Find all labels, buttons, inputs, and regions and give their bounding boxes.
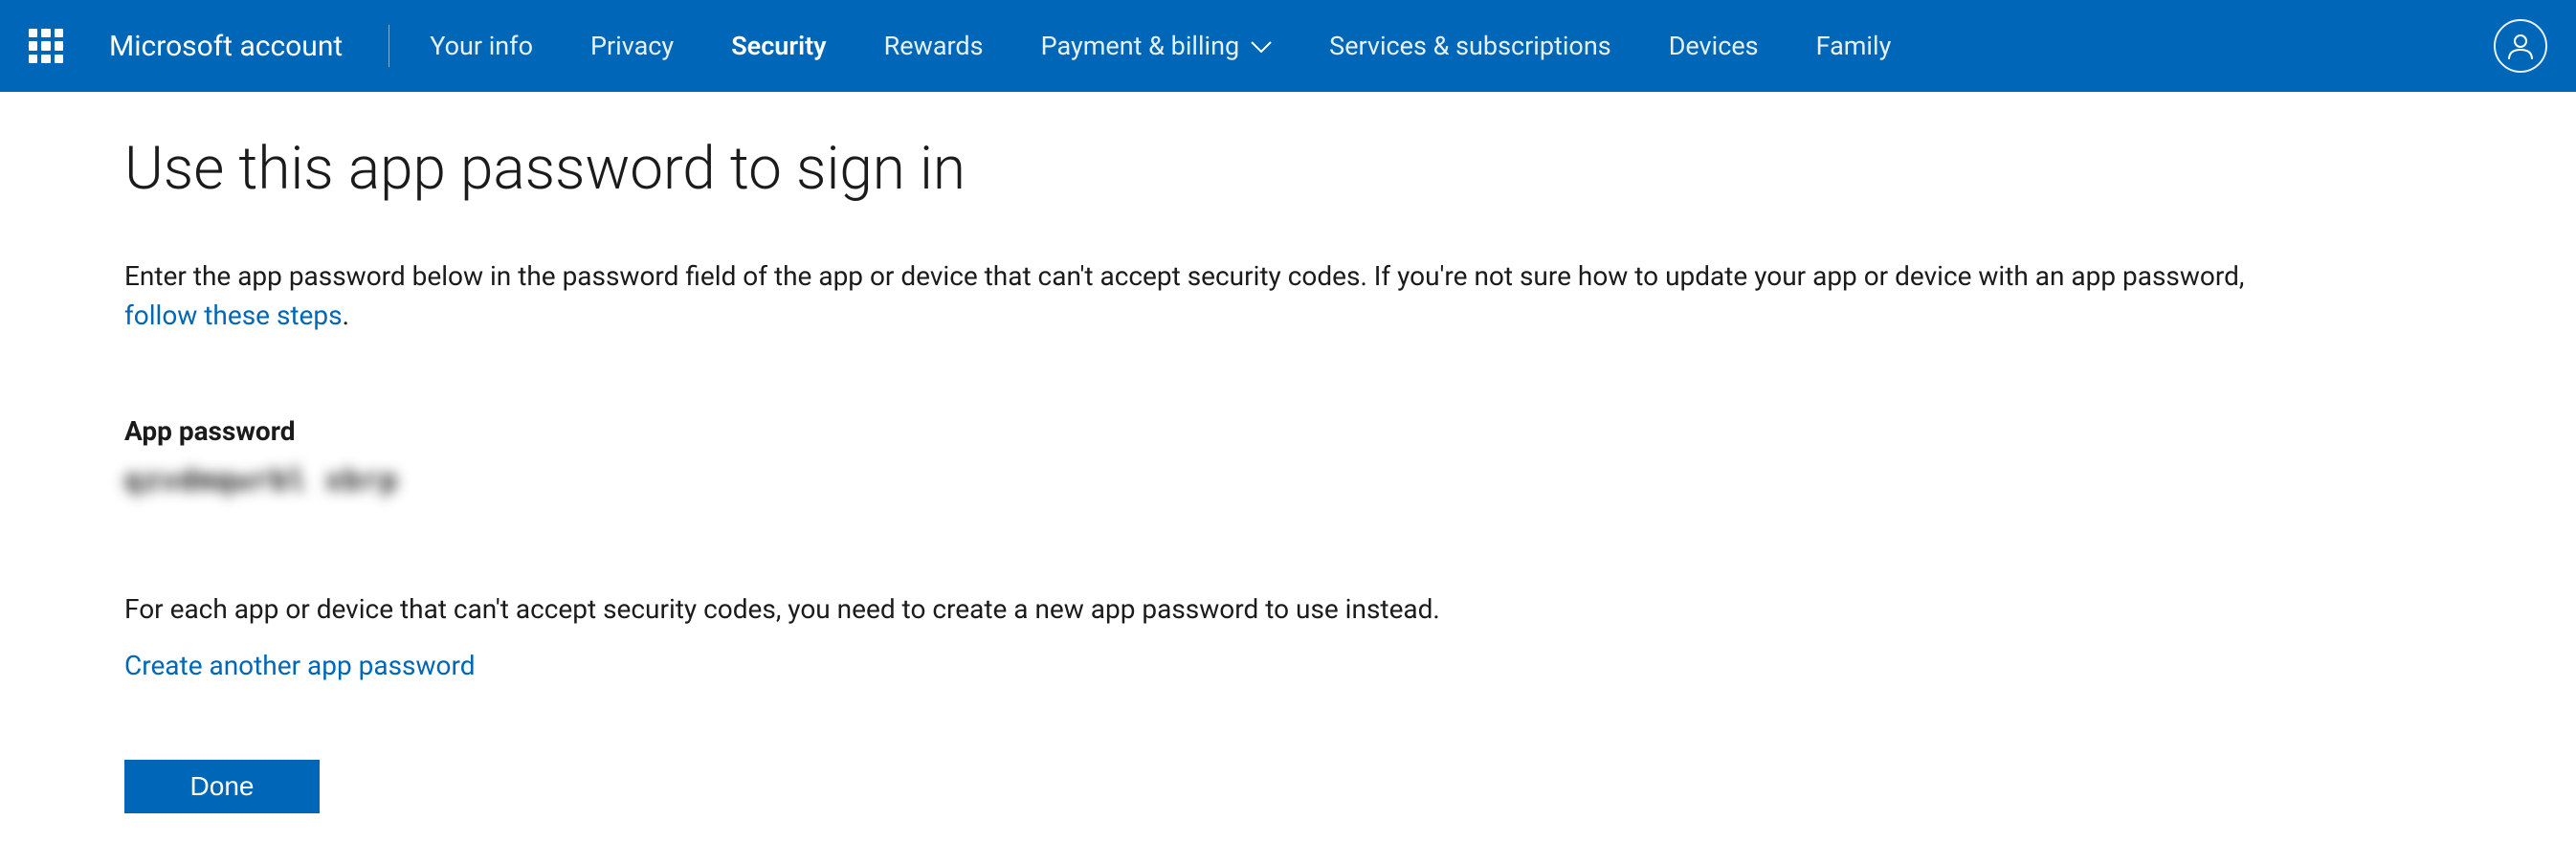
account-avatar-icon[interactable] [2494, 19, 2547, 73]
nav-security[interactable]: Security [702, 31, 855, 61]
intro-paragraph: Enter the app password below in the pass… [124, 257, 2452, 335]
chevron-down-icon [1251, 31, 1272, 61]
page-title: Use this app password to sign in [124, 134, 2452, 204]
create-another-link[interactable]: Create another app password [124, 650, 476, 681]
nav-family[interactable]: Family [1788, 31, 1921, 61]
done-button[interactable]: Done [124, 760, 320, 813]
brand-label[interactable]: Microsoft account [109, 30, 389, 63]
nav-your-info[interactable]: Your info [401, 31, 562, 61]
follow-steps-link[interactable]: follow these steps [124, 299, 343, 331]
nav-rewards[interactable]: Rewards [855, 31, 1012, 61]
nav-services[interactable]: Services & subscriptions [1300, 31, 1640, 61]
app-launcher-icon[interactable] [29, 29, 63, 63]
header-bar: Microsoft account Your info Privacy Secu… [0, 0, 2576, 92]
nav-devices[interactable]: Devices [1640, 31, 1788, 61]
intro-text: Enter the app password below in the pass… [124, 260, 2244, 292]
nav-payment-label: Payment & billing [1041, 31, 1240, 61]
main-content: Use this app password to sign in Enter t… [0, 92, 2576, 855]
note-text: For each app or device that can't accept… [124, 593, 2452, 625]
top-nav: Your info Privacy Security Rewards Payme… [401, 31, 1920, 61]
nav-privacy[interactable]: Privacy [562, 31, 702, 61]
app-password-value: qzvdmqwrbl xbrp [124, 464, 2452, 498]
nav-payment-billing[interactable]: Payment & billing [1012, 31, 1301, 61]
intro-period: . [343, 299, 349, 331]
app-password-label: App password [124, 415, 2452, 447]
